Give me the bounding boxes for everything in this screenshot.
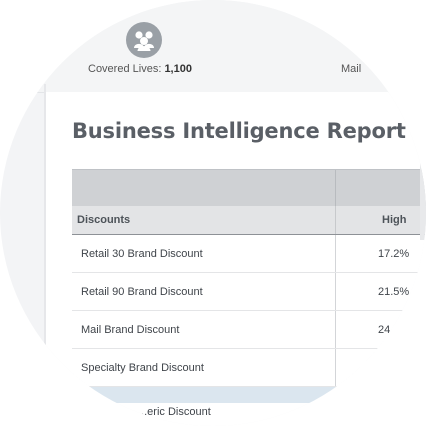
mail-label: Mail [341, 63, 362, 75]
discount-name: ...eric Discount [138, 406, 211, 418]
discount-high-value: 21.5% [378, 286, 410, 298]
discount-name: Mail Brand Discount [81, 324, 180, 336]
discount-high-value: 24 [378, 324, 391, 336]
discount-high-value: 17.2% [378, 248, 410, 260]
column-divider [335, 235, 336, 272]
column-divider [335, 349, 336, 386]
table-row[interactable]: Specialty Brand Discount [72, 349, 426, 387]
table-header-group [72, 169, 426, 206]
table-row[interactable]: Retail 90 Brand Discount 21.5% [72, 273, 426, 311]
people-group-icon [126, 22, 162, 58]
report-viewport: Covered Lives: 1,100 Mail Business Intel… [0, 0, 426, 426]
discounts-table: Discounts High Retail 30 Brand Discount … [72, 169, 426, 423]
discount-name: Retail 30 Brand Discount [81, 248, 203, 260]
column-header-discounts[interactable]: Discounts [77, 214, 130, 226]
table-header-row: Discounts High [72, 206, 426, 235]
table-row[interactable]: Retail 30 Brand Discount 17.2% [72, 235, 426, 273]
column-divider [335, 273, 336, 310]
covered-lives: Covered Lives: 1,100 [88, 63, 192, 75]
column-header-high[interactable]: High [382, 214, 406, 226]
column-divider [335, 311, 336, 348]
column-divider [335, 206, 336, 234]
highlight-band [72, 387, 426, 403]
table-row-partial[interactable]: ...eric Discount [72, 403, 426, 423]
column-divider [335, 170, 336, 206]
covered-lives-label: Covered Lives: [88, 63, 162, 75]
table-row[interactable]: Mail Brand Discount 24 [72, 311, 426, 349]
summary-strip: Covered Lives: 1,100 Mail [0, 0, 426, 93]
page-title: Business Intelligence Report [72, 119, 406, 143]
scrollbar-track[interactable] [420, 160, 426, 240]
discount-name: Specialty Brand Discount [81, 362, 204, 374]
covered-lives-value: 1,100 [164, 63, 192, 75]
discount-name: Retail 90 Brand Discount [81, 286, 203, 298]
report-card: Business Intelligence Report Discounts H… [46, 92, 426, 426]
